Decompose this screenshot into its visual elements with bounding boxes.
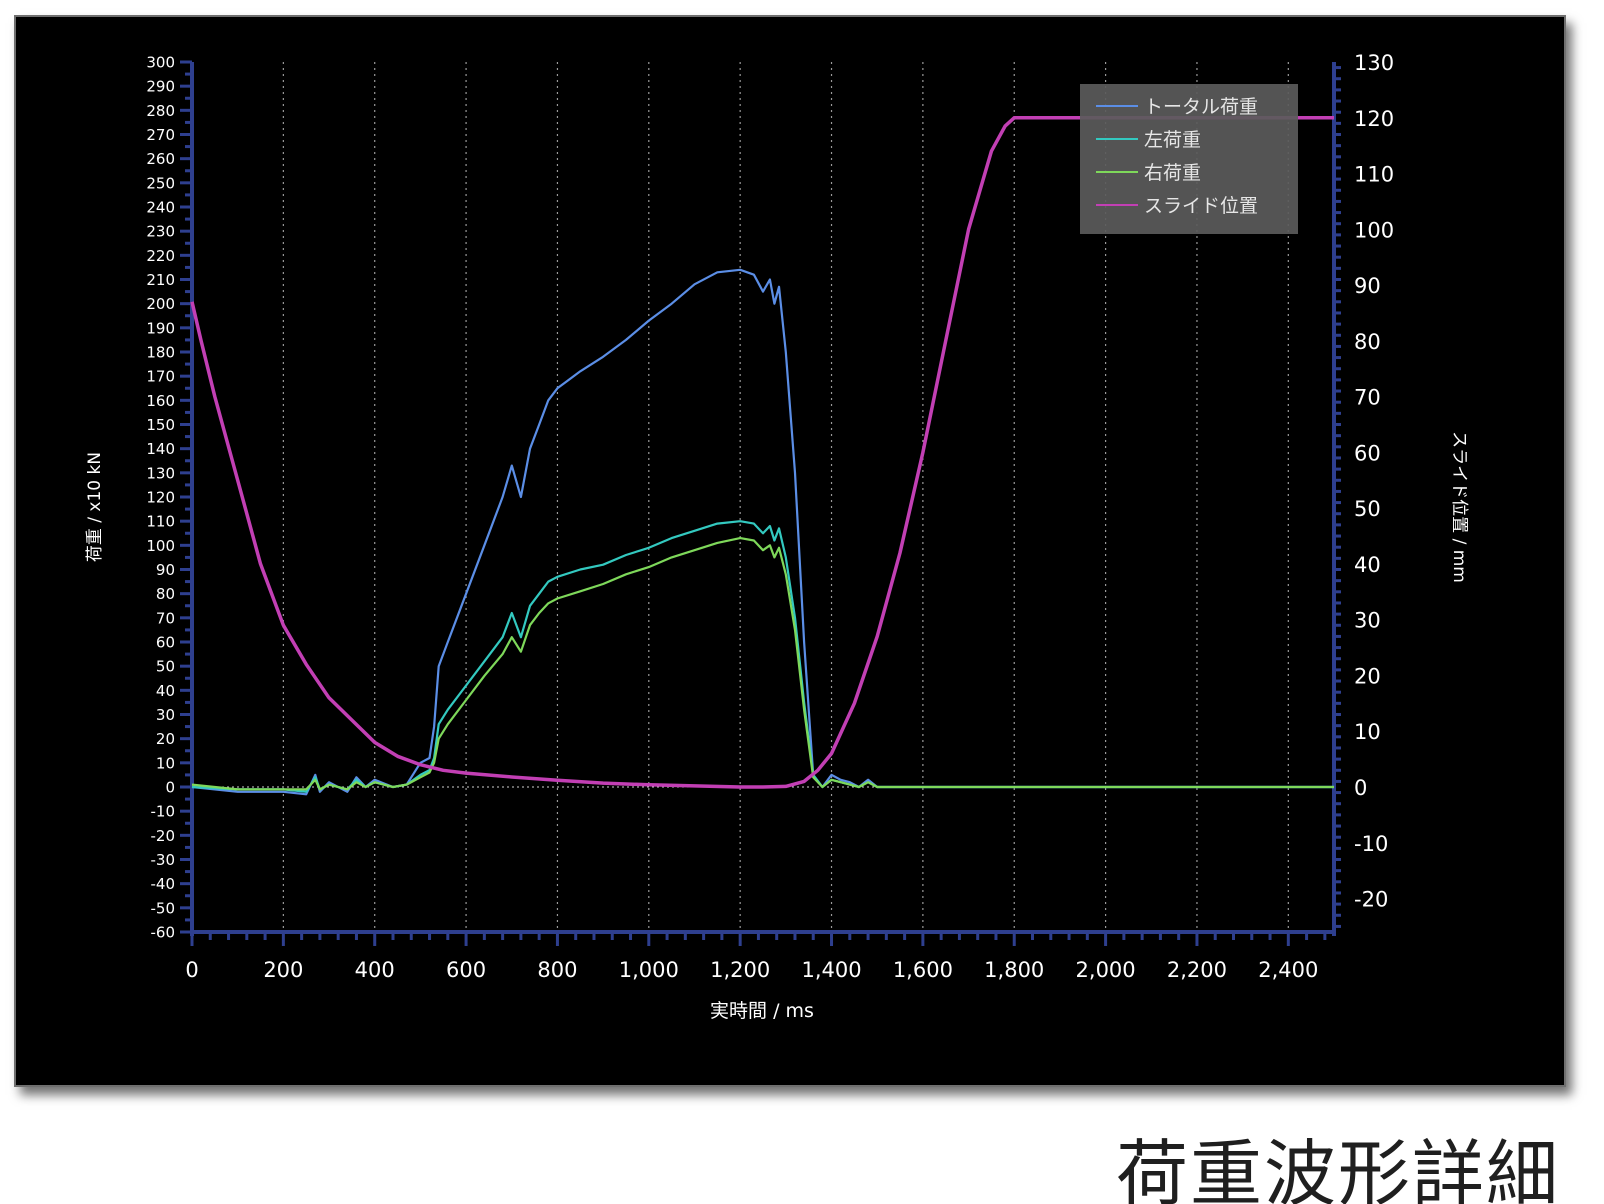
left-y-tick-label: 150 — [146, 416, 175, 434]
left-y-tick-label: -60 — [151, 924, 176, 942]
left-y-tick-label: 300 — [146, 54, 175, 72]
right-y-tick-label: 70 — [1354, 386, 1381, 410]
x-axis-label: 実時間 / ms — [710, 1000, 814, 1022]
legend-entry-label: トータル荷重 — [1144, 96, 1258, 118]
left-y-tick-label: 190 — [146, 319, 175, 337]
left-y-tick-label: 240 — [146, 199, 175, 217]
left-y-tick-label: 260 — [146, 150, 175, 168]
x-tick-label: 1,600 — [893, 958, 953, 982]
x-tick-label: 0 — [185, 958, 198, 982]
left-y-tick-label: 40 — [156, 682, 175, 700]
left-y-tick-label: 130 — [146, 464, 175, 482]
legend: トータル荷重左荷重右荷重スライド位置 — [1080, 84, 1298, 234]
load-waveform-chart: 3002902802702602502402302202102001901801… — [16, 17, 1564, 1085]
legend-entry-label: 右荷重 — [1144, 162, 1201, 184]
right-y-tick-label: 90 — [1354, 274, 1381, 298]
right-y-tick-label: 50 — [1354, 497, 1381, 521]
left-y-tick-label: 170 — [146, 368, 175, 386]
left-y-tick-label: 230 — [146, 223, 175, 241]
x-tick-label: 2,000 — [1076, 958, 1136, 982]
left-y-tick-label: 120 — [146, 489, 175, 507]
left-y-tick-label: 270 — [146, 126, 175, 144]
left-y-tick-label: 220 — [146, 247, 175, 265]
x-tick-label: 400 — [355, 958, 395, 982]
legend-entry-label: 左荷重 — [1144, 129, 1201, 151]
left-y-tick-label: 70 — [156, 609, 175, 627]
right-y-tick-label: 30 — [1354, 609, 1381, 633]
left-y-tick-label: -10 — [151, 803, 176, 821]
figure-caption: 荷重波形詳細 — [1115, 1132, 1560, 1204]
left-y-tick-label: 60 — [156, 634, 175, 652]
left-y-tick-label: 110 — [146, 513, 175, 531]
x-tick-label: 200 — [263, 958, 303, 982]
left-y-tick-label: 50 — [156, 658, 175, 676]
x-tick-label: 1,000 — [619, 958, 679, 982]
x-tick-label: 600 — [446, 958, 486, 982]
x-tick-label: 1,800 — [984, 958, 1044, 982]
right-y-tick-label: 130 — [1354, 51, 1394, 75]
left-y-tick-label: 10 — [156, 754, 175, 772]
plot-background — [16, 17, 1564, 1085]
left-y-tick-label: -20 — [151, 827, 176, 845]
left-y-tick-label: 140 — [146, 440, 175, 458]
right-y-tick-label: 10 — [1354, 720, 1381, 744]
x-tick-label: 1,200 — [710, 958, 770, 982]
left-y-tick-label: 290 — [146, 78, 175, 96]
x-tick-label: 800 — [537, 958, 577, 982]
left-y-tick-label: 210 — [146, 271, 175, 289]
left-y-tick-label: 80 — [156, 585, 175, 603]
left-y-tick-label: 200 — [146, 295, 175, 313]
right-y-tick-label: 20 — [1354, 664, 1381, 688]
left-y-tick-label: 90 — [156, 561, 175, 579]
right-y-tick-label: 120 — [1354, 107, 1394, 131]
right-y-tick-label: -20 — [1354, 888, 1388, 912]
right-y-tick-label: 80 — [1354, 330, 1381, 354]
left-y-tick-label: 250 — [146, 174, 175, 192]
right-y-tick-label: 60 — [1354, 441, 1381, 465]
right-y-axis-label: スライド位置 / mm — [1449, 431, 1469, 583]
left-y-tick-label: 280 — [146, 102, 175, 120]
left-y-tick-label: 160 — [146, 392, 175, 410]
left-y-tick-label: 20 — [156, 730, 175, 748]
left-y-tick-label: 30 — [156, 706, 175, 724]
left-y-tick-label: 0 — [165, 779, 175, 797]
chart-panel: 300 290 280 270 260 250 240 230 220 210 200 190 180 1… — [14, 15, 1566, 1087]
legend-entry-label: スライド位置 — [1144, 195, 1258, 217]
left-y-tick-label: 100 — [146, 537, 175, 555]
left-y-tick-label: -50 — [151, 899, 176, 917]
right-y-tick-label: 40 — [1354, 553, 1381, 577]
x-tick-label: 2,400 — [1258, 958, 1318, 982]
left-y-axis-label: 荷重 / x10 kN — [85, 452, 105, 562]
x-tick-label: 2,200 — [1167, 958, 1227, 982]
left-y-tick-label: 180 — [146, 344, 175, 362]
right-y-tick-label: 0 — [1354, 776, 1367, 800]
right-y-tick-label: 100 — [1354, 218, 1394, 242]
right-y-tick-label: 110 — [1354, 163, 1394, 187]
right-y-tick-label: -10 — [1354, 832, 1388, 856]
left-y-tick-label: -30 — [151, 851, 176, 869]
left-y-tick-label: -40 — [151, 875, 176, 893]
figure-page: 300 290 280 270 260 250 240 230 220 210 200 190 180 1… — [0, 0, 1604, 1204]
x-tick-label: 1,400 — [801, 958, 861, 982]
